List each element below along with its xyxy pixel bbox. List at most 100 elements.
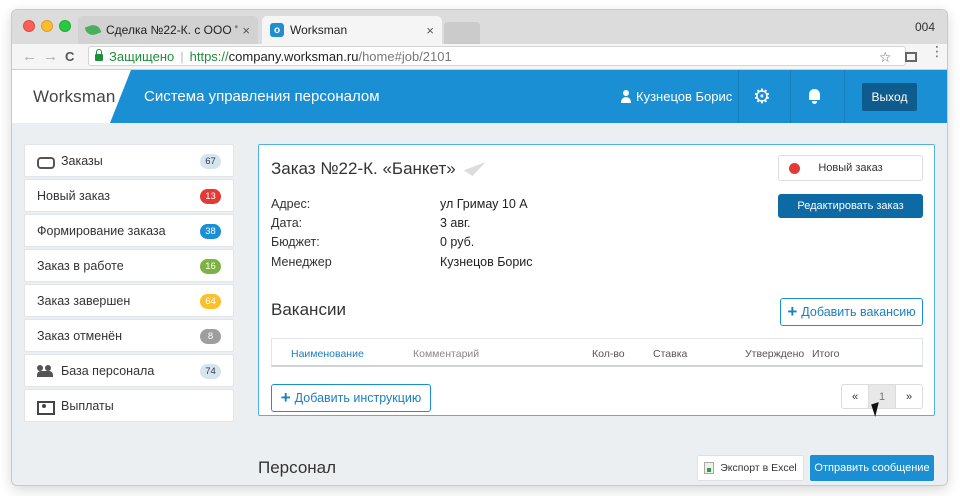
column-header-comment[interactable]: Комментарий [413, 348, 479, 360]
vacancies-title: Вакансии [271, 300, 346, 319]
count-badge: 13 [200, 189, 221, 204]
users-icon [37, 364, 53, 377]
sidebar-item-label: База персонала [61, 363, 155, 378]
address-bar: ← → C Защищено | https:// company.worksm… [12, 44, 947, 70]
maximize-window-button[interactable] [59, 20, 71, 32]
url-host: company.worksman.ru [228, 48, 359, 64]
next-page-button[interactable]: » [896, 385, 922, 408]
order-status-button[interactable]: Новый заказ [778, 155, 923, 181]
count-badge: 67 [200, 154, 221, 169]
url-separator: | [180, 48, 184, 64]
header-divider [790, 70, 791, 123]
export-excel-label: Экспорт в Excel [720, 462, 797, 474]
reload-button[interactable]: C [65, 49, 74, 64]
sidebar-item-label: Заказ в работе [37, 258, 124, 273]
user-icon [621, 90, 631, 103]
field-value-budget: 0 руб. [440, 235, 475, 249]
user-name: Кузнецов Борис [636, 89, 733, 104]
sidebar-item-label: Заказы [61, 153, 103, 168]
column-header-qty[interactable]: Кол-во [592, 348, 625, 360]
header-divider [738, 70, 739, 123]
tab-label: Worksman [290, 23, 348, 37]
logout-button[interactable]: Выход [862, 83, 917, 111]
sidebar-item-label: Формирование заказа [37, 223, 166, 238]
browser-window: Сделка №22-К. с ООО "МЕГА × o Worksman ×… [12, 10, 947, 485]
personal-title: Персонал [258, 458, 337, 477]
order-title-text: Заказ №22-К. «Банкет» [271, 159, 456, 178]
sidebar-item-completed[interactable]: Заказ завершен 64 [24, 284, 234, 317]
url-input[interactable]: Защищено | https:// company.worksman.ru … [88, 46, 906, 66]
user-menu[interactable]: Кузнецов Борис [621, 89, 732, 104]
edit-order-button[interactable]: Редактировать заказ [778, 194, 923, 218]
field-label-address: Адрес: [271, 197, 311, 211]
header-divider [844, 70, 845, 123]
sidebar-item-forming-order[interactable]: Формирование заказа 38 [24, 214, 234, 247]
sidebar-item-label: Выплаты [61, 398, 114, 413]
column-header-total[interactable]: Итого [812, 348, 840, 360]
extension-icon[interactable] [905, 52, 917, 62]
bookmark-star-icon[interactable]: ☆ [879, 49, 892, 66]
back-button[interactable]: ← [22, 48, 37, 65]
tab-close-icon[interactable]: × [426, 23, 434, 38]
sidebar-item-in-progress[interactable]: Заказ в работе 16 [24, 249, 234, 282]
order-card: Заказ №22-К. «Банкет» Новый заказ Редакт… [258, 144, 935, 416]
column-header-name[interactable]: Наименование [291, 348, 364, 360]
add-vacancy-button[interactable]: + Добавить вакансию [780, 298, 923, 326]
order-status-label: Новый заказ [818, 162, 883, 174]
url-path: /home#job/2101 [358, 48, 452, 64]
app-title: Система управления персоналом [144, 88, 380, 105]
tab-strip: Сделка №22-К. с ООО "МЕГА × o Worksman ×… [12, 10, 947, 44]
app-logo[interactable]: Worksman [33, 87, 116, 107]
plus-icon: + [280, 388, 291, 407]
settings-gear-icon[interactable]: ⚙ [753, 87, 771, 107]
sidebar-item-new-order[interactable]: Новый заказ 13 [24, 179, 234, 212]
count-badge: 8 [200, 329, 221, 344]
add-instruction-label: Добавить инструкцию [294, 391, 422, 405]
order-title: Заказ №22-К. «Банкет» [271, 159, 486, 179]
tab-label: Сделка №22-К. с ООО "МЕГА [106, 23, 238, 37]
browser-tab-worksman[interactable]: o Worksman × [262, 16, 442, 44]
count-badge: 74 [200, 364, 221, 379]
notifications-bell-icon[interactable] [808, 89, 821, 104]
count-badge: 64 [200, 294, 221, 309]
worksman-favicon-icon: o [270, 23, 284, 37]
page-content: Worksman Система управления персоналом К… [12, 70, 947, 485]
sidebar-item-cancelled[interactable]: Заказ отменён 8 [24, 319, 234, 352]
add-instruction-button[interactable]: + Добавить инструкцию [271, 384, 431, 412]
new-tab-button[interactable] [444, 22, 480, 44]
sidebar-item-orders[interactable]: Заказы 67 [24, 144, 234, 177]
paper-plane-icon [463, 162, 486, 176]
app-header: Worksman Система управления персоналом К… [12, 70, 947, 123]
field-label-budget: Бюджет: [271, 235, 320, 249]
field-label-manager: Менеджер [271, 255, 332, 269]
export-excel-button[interactable]: Экспорт в Excel [697, 455, 804, 481]
field-value-date: 3 авг. [440, 216, 471, 230]
column-header-rate[interactable]: Ставка [653, 348, 687, 360]
secure-label: Защищено [109, 48, 175, 64]
add-vacancy-label: Добавить вакансию [801, 305, 916, 319]
sidebar-item-staff-base[interactable]: База персонала 74 [24, 354, 234, 387]
count-badge: 38 [200, 224, 221, 239]
prev-page-button[interactable]: « [842, 385, 869, 408]
handshake-icon [37, 155, 55, 169]
browser-menu-icon[interactable]: ⋮ [930, 44, 944, 58]
close-window-button[interactable] [23, 20, 35, 32]
sidebar-item-payments[interactable]: Выплаты [24, 389, 234, 422]
window-number: 004 [914, 20, 935, 34]
browser-tab-deal[interactable]: Сделка №22-К. с ООО "МЕГА × [78, 16, 258, 44]
sidebar-item-label: Новый заказ [37, 188, 111, 203]
count-badge: 16 [200, 259, 221, 274]
url-scheme: https:// [189, 48, 229, 64]
send-message-button[interactable]: Отправить сообщение [810, 455, 934, 481]
minimize-window-button[interactable] [41, 20, 53, 32]
pagination: « 1 » [841, 384, 923, 409]
lock-icon [95, 49, 103, 61]
forward-button[interactable]: → [43, 48, 58, 65]
plus-icon: + [787, 302, 798, 321]
excel-icon [704, 462, 715, 474]
tab-close-icon[interactable]: × [242, 23, 250, 38]
field-label-date: Дата: [271, 216, 303, 230]
field-value-address: ул Гримау 10 А [440, 197, 528, 211]
status-dot-icon [789, 163, 800, 174]
column-header-approved[interactable]: Утверждено [745, 348, 804, 360]
